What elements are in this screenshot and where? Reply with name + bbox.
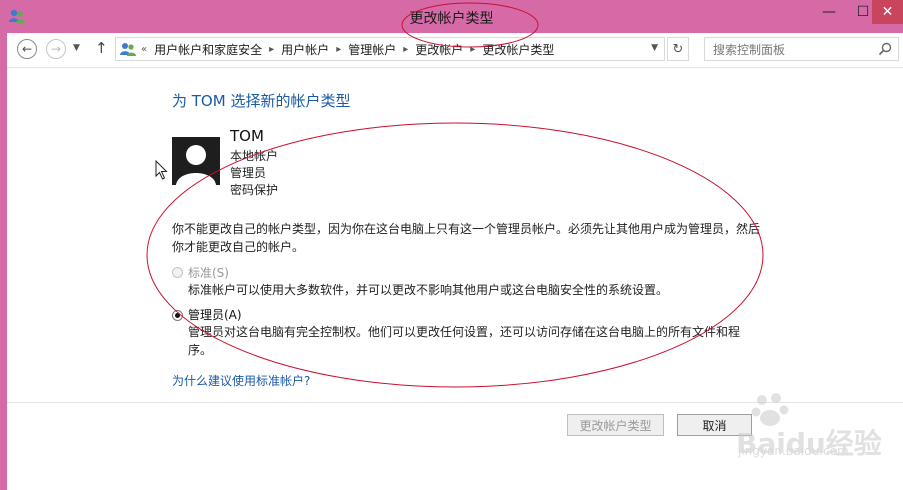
page-title: 为 TOM 选择新的帐户类型	[172, 92, 351, 110]
address-dropdown[interactable]: ▼	[651, 43, 658, 53]
breadcrumb-item-manage-accounts[interactable]: 管理帐户	[348, 41, 396, 58]
breadcrumb-separator-icon: ▸	[336, 43, 342, 55]
title-bar: 更改帐户类型 — ☐ ✕	[0, 0, 903, 33]
breadcrumb-item-family-safety[interactable]: 用户帐户和家庭安全	[154, 41, 262, 58]
maximize-icon: ☐	[856, 4, 870, 20]
breadcrumb-item-change-account-type[interactable]: 更改帐户类型	[482, 41, 554, 58]
refresh-icon: ↻	[672, 41, 684, 57]
search-input[interactable]: 搜索控制面板	[704, 37, 899, 61]
breadcrumb-separator-icon: ▸	[269, 43, 275, 55]
watermark-url: jingyan.baidu.com	[738, 444, 849, 458]
breadcrumb-item-change-account[interactable]: 更改帐户	[415, 41, 463, 58]
address-bar[interactable]: « 用户帐户和家庭安全 ▸ 用户帐户 ▸ 管理帐户 ▸ 更改帐户 ▸ 更改帐户类…	[115, 37, 665, 61]
refresh-button[interactable]: ↻	[667, 37, 689, 61]
minimize-button[interactable]: —	[812, 0, 846, 24]
recent-locations-dropdown[interactable]: ▼	[73, 43, 80, 53]
breadcrumb-separator-icon: ▸	[403, 43, 409, 55]
chevron-down-icon: ▼	[651, 43, 658, 53]
warning-notice: 你不能更改自己的帐户类型，因为你在这台电脑上只有这一个管理员帐户。必须先让其他用…	[172, 222, 761, 254]
breadcrumb-overflow[interactable]: «	[141, 44, 147, 55]
close-button[interactable]: ✕	[872, 0, 903, 24]
minimize-icon: —	[822, 4, 836, 20]
arrow-up-icon: ↑	[95, 39, 108, 57]
change-account-type-button[interactable]: 更改帐户类型	[567, 414, 664, 436]
administrator-option-label: 管理员(A)	[188, 308, 242, 322]
account-role: 管理员	[230, 166, 267, 180]
account-name: TOM	[230, 127, 264, 145]
window-title: 更改帐户类型	[409, 11, 494, 27]
breadcrumb: 用户帐户和家庭安全 ▸ 用户帐户 ▸ 管理帐户 ▸ 更改帐户 ▸ 更改帐户类型	[154, 41, 554, 58]
back-button[interactable]: ←	[17, 39, 37, 59]
navigation-bar: ← → ▼ ↑ « 用户帐户和家庭安全 ▸ 用户帐户 ▸ 管理帐户 ▸ 更改帐户…	[7, 33, 903, 68]
administrator-radio[interactable]	[172, 310, 183, 321]
search-placeholder: 搜索控制面板	[713, 42, 786, 57]
arrow-right-icon: →	[50, 42, 62, 56]
breadcrumb-separator-icon: ▸	[470, 43, 476, 55]
avatar	[172, 137, 220, 185]
arrow-left-icon: ←	[21, 42, 33, 56]
standard-option-label: 标准(S)	[188, 266, 229, 280]
breadcrumb-item-user-accounts[interactable]: 用户帐户	[281, 41, 329, 58]
close-icon: ✕	[881, 4, 894, 20]
account-type: 本地帐户	[230, 149, 279, 163]
chevron-down-icon: ▼	[73, 43, 80, 53]
mouse-cursor-icon	[155, 160, 168, 180]
standard-option-description: 标准帐户可以使用大多数软件，并可以更改不影响其他用户或这台电脑安全性的系统设置。	[188, 283, 669, 297]
watermark: Baidu经验 jingyan.baidu.com	[736, 388, 896, 478]
forward-button[interactable]: →	[46, 39, 66, 59]
user-silhouette-icon	[176, 145, 216, 185]
user-accounts-icon	[120, 43, 136, 56]
administrator-option-description: 管理员对这台电脑有完全控制权。他们可以更改任何设置，还可以访问存储在这台电脑上的…	[188, 325, 741, 357]
why-standard-account-link[interactable]: 为什么建议使用标准帐户?	[172, 372, 310, 389]
up-button[interactable]: ↑	[95, 39, 108, 57]
search-icon[interactable]	[878, 42, 892, 56]
account-password-status: 密码保护	[230, 183, 279, 197]
standard-radio[interactable]	[172, 267, 183, 278]
